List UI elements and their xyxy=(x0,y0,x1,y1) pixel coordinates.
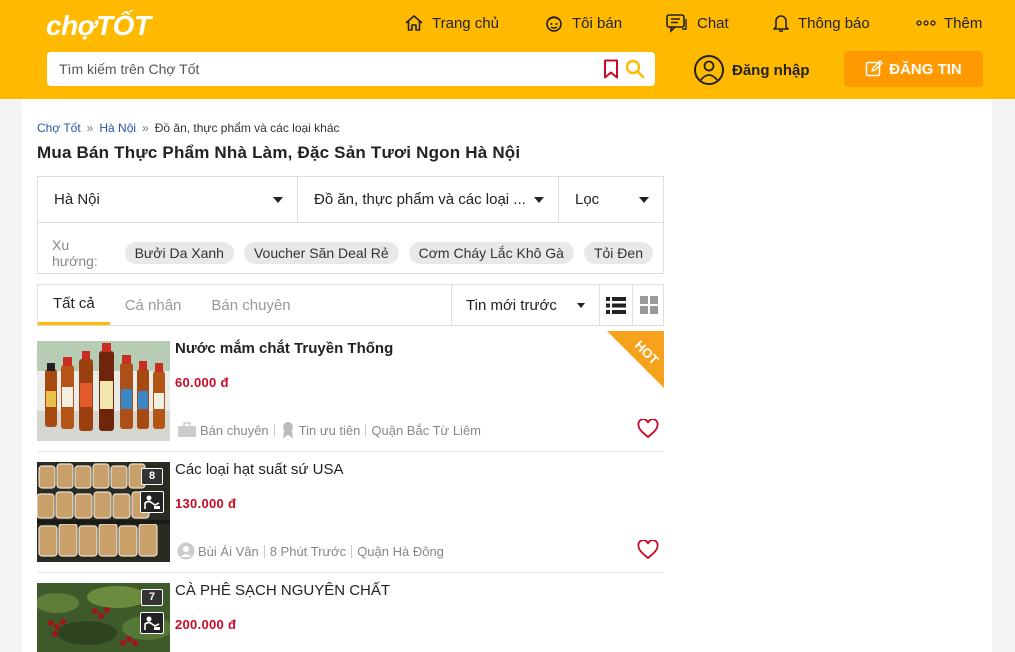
listing-thumbnail[interactable] xyxy=(37,341,170,441)
tab-professional[interactable]: Bán chuyên xyxy=(196,285,305,325)
home-icon xyxy=(405,15,423,31)
filter-row: Hà Nội Đồ ăn, thực phẩm và các loại ... … xyxy=(38,177,663,223)
priority-label: Tin ưu tiên xyxy=(298,422,361,438)
breadcrumb-separator: » xyxy=(86,121,94,135)
trend-row: Xu hướng: Bưởi Da Xanh Voucher Săn Deal … xyxy=(52,237,663,269)
breadcrumb-home[interactable]: Chợ Tốt xyxy=(37,121,81,135)
listing-tabs: Tất cả Cá nhân Bán chuyên Tin mới trước xyxy=(37,284,664,326)
sort-value: Tin mới trước xyxy=(466,296,557,314)
chevron-down-icon xyxy=(639,196,649,203)
nav-chat[interactable]: Chat xyxy=(666,12,729,34)
trend-chip[interactable]: Cơm Cháy Lắc Khô Gà xyxy=(408,242,574,264)
more-dots-icon xyxy=(916,20,936,26)
login-label: Đăng nhập xyxy=(732,61,810,79)
listing-meta: Bán chuyên Tin ưu tiên Quận Bắc Từ Liêm xyxy=(177,421,481,439)
nav-seller[interactable]: Tôi bán xyxy=(544,12,622,34)
breadcrumb-location[interactable]: Hà Nội xyxy=(99,121,136,135)
post-ad-button[interactable]: ĐĂNG TIN xyxy=(844,51,983,87)
grid-view-icon xyxy=(639,296,658,314)
listing-price: 200.000 đ xyxy=(175,617,237,632)
listing-title[interactable]: Nước mắm chắt Truyền Thống xyxy=(175,340,393,357)
search-input[interactable] xyxy=(47,52,603,86)
listing-price: 130.000 đ xyxy=(175,496,237,511)
listing-meta: Bùi Ái Vân 8 Phút Trước Quận Hà Đông xyxy=(177,542,444,560)
filter-value: Lọc xyxy=(575,191,600,208)
grid-view-button[interactable] xyxy=(632,285,664,325)
tab-all[interactable]: Tất cả xyxy=(38,285,110,325)
top-header: chợTỐT Trang chủ Tôi bán Chat Thông báo … xyxy=(0,0,1015,99)
listing-item[interactable]: Nước mắm chắt Truyền Thống 60.000 đ Bán … xyxy=(37,331,664,452)
seller-face-icon xyxy=(546,16,562,32)
location-select[interactable]: Hà Nội xyxy=(38,177,298,222)
list-view-button[interactable] xyxy=(599,285,632,325)
meta-divider xyxy=(263,544,265,558)
breadcrumb: Chợ Tốt » Hà Nội » Đồ ăn, thực phẩm và c… xyxy=(37,121,340,135)
trend-chip[interactable]: Tỏi Đen xyxy=(583,242,653,264)
listing-title[interactable]: CÀ PHÊ SẠCH NGUYÊN CHẤT xyxy=(175,582,390,599)
user-icon xyxy=(694,55,724,85)
image-count-badge: 8 xyxy=(141,468,163,485)
filter-panel: Hà Nội Đồ ăn, thực phẩm và các loại ... … xyxy=(37,176,664,274)
search-icon[interactable] xyxy=(625,59,645,79)
breadcrumb-separator: » xyxy=(142,121,149,135)
category-select[interactable]: Đồ ăn, thực phẩm và các loại ... xyxy=(298,177,559,222)
nav-more[interactable]: Thêm xyxy=(916,12,982,34)
listing-price: 60.000 đ xyxy=(175,375,229,390)
agent-icon xyxy=(140,612,164,634)
bell-icon xyxy=(773,15,789,32)
hot-badge: HOT xyxy=(607,331,664,388)
tab-personal[interactable]: Cá nhân xyxy=(110,285,197,325)
search-bar xyxy=(47,52,655,86)
heart-icon[interactable] xyxy=(637,540,659,560)
listing-thumbnail[interactable]: 7 xyxy=(37,583,170,652)
chat-icon xyxy=(666,14,687,33)
posted-time: 8 Phút Trước xyxy=(269,543,347,559)
sort-select[interactable]: Tin mới trước xyxy=(451,285,599,325)
chotot-logo[interactable]: chợTỐT xyxy=(46,10,151,42)
listing-location: Quận Bắc Từ Liêm xyxy=(371,422,481,438)
chevron-down-icon xyxy=(577,302,585,308)
meta-divider xyxy=(351,544,353,558)
trend-chip[interactable]: Voucher Săn Deal Rẻ xyxy=(243,242,399,264)
bookmark-icon[interactable] xyxy=(603,59,619,79)
list-view-icon xyxy=(606,296,626,314)
trend-chip[interactable]: Bưởi Da Xanh xyxy=(124,242,234,264)
breadcrumb-current: Đồ ăn, thực phẩm và các loại khác xyxy=(154,121,340,135)
briefcase-icon xyxy=(178,422,196,437)
nav-home-label: Trang chủ xyxy=(432,14,499,32)
chevron-down-icon xyxy=(534,196,544,203)
award-icon xyxy=(282,422,293,438)
nav-notifications-label: Thông báo xyxy=(798,14,870,32)
meta-divider xyxy=(273,423,275,437)
listing-location: Quận Hà Đông xyxy=(357,543,444,559)
seller-type: Bán chuyên xyxy=(200,422,269,438)
login-button[interactable]: Đăng nhập xyxy=(694,54,810,86)
heart-icon[interactable] xyxy=(637,419,659,439)
agent-icon xyxy=(140,491,164,513)
page-title: Mua Bán Thực Phẩm Nhà Làm, Đặc Sản Tươi … xyxy=(37,143,521,162)
edit-icon xyxy=(866,60,883,77)
location-value: Hà Nội xyxy=(54,191,100,208)
listing-title[interactable]: Các loại hạt suất sứ USA xyxy=(175,461,343,478)
user-avatar-icon xyxy=(177,542,195,560)
image-count-badge: 7 xyxy=(141,589,163,606)
filter-select[interactable]: Lọc xyxy=(559,177,663,222)
listing-item[interactable]: 8 Các loại hạt suất sứ USA 130.000 đ Bùi… xyxy=(37,452,664,573)
seller-name[interactable]: Bùi Ái Vân xyxy=(198,544,259,559)
meta-divider xyxy=(365,423,367,437)
post-ad-label: ĐĂNG TIN xyxy=(889,60,962,78)
nav-notifications[interactable]: Thông báo xyxy=(772,12,870,34)
nav-home[interactable]: Trang chủ xyxy=(404,12,499,34)
chevron-down-icon xyxy=(273,196,283,203)
listing-item[interactable]: 7 CÀ PHÊ SẠCH NGUYÊN CHẤT 200.000 đ xyxy=(37,573,664,652)
listing-thumbnail[interactable]: 8 xyxy=(37,462,170,562)
nav-chat-label: Chat xyxy=(697,14,729,32)
category-value: Đồ ăn, thực phẩm và các loại ... xyxy=(314,191,526,208)
nav-more-label: Thêm xyxy=(944,14,983,32)
nav-seller-label: Tôi bán xyxy=(572,14,623,32)
trend-label: Xu hướng: xyxy=(52,237,98,269)
